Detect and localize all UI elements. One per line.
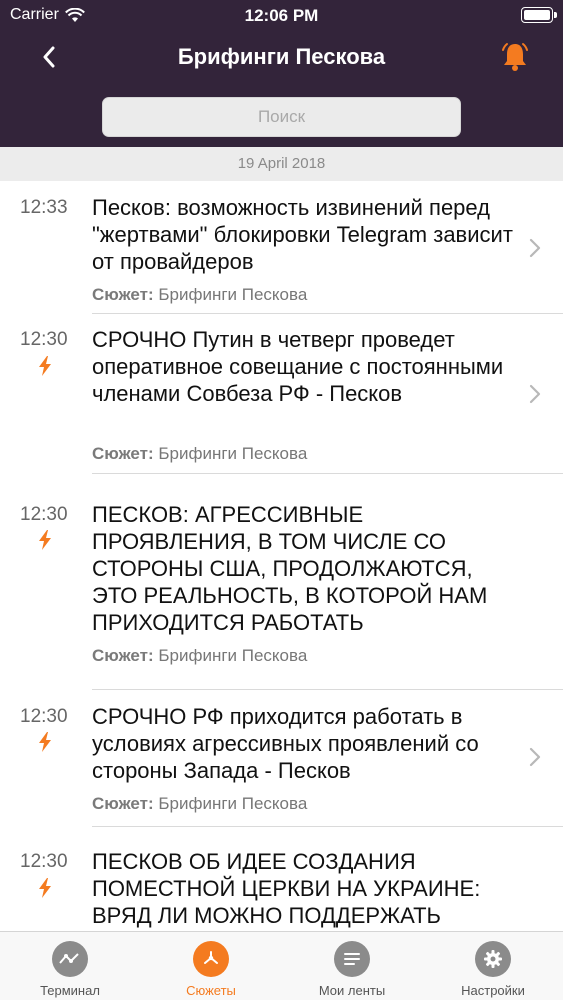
item-story-value: Брифинги Пескова — [158, 285, 308, 304]
tab-settings[interactable]: Настройки — [423, 932, 563, 1000]
feeds-icon — [334, 941, 370, 977]
date-header: 19 April 2018 — [0, 147, 563, 181]
stories-icon — [193, 941, 229, 977]
tab-label: Настройки — [461, 983, 525, 998]
header: Carrier 12:06 PM Брифинги Пескова — [0, 0, 563, 147]
tab-terminal[interactable]: Терминал — [0, 932, 140, 1000]
lightning-icon — [39, 732, 51, 752]
news-item[interactable]: 12:30 ПЕСКОВ ОБ ИДЕЕ СОЗДАНИЯ ПОМЕСТНОЙ … — [0, 827, 563, 931]
item-time: 12:30 — [20, 851, 68, 872]
item-story: Сюжет: Брифинги Пескова — [92, 444, 307, 464]
battery-icon — [521, 7, 557, 23]
item-time: 12:33 — [20, 197, 68, 218]
item-story-value: Брифинги Пескова — [158, 444, 308, 463]
lightning-icon — [39, 356, 51, 376]
item-story: Сюжет: Брифинги Пескова — [92, 794, 307, 814]
news-item[interactable]: 12:30 СРОЧНО Путин в четверг проведет оп… — [0, 314, 563, 474]
item-story-label: Сюжет: — [92, 794, 154, 813]
status-bar: Carrier 12:06 PM — [0, 0, 563, 30]
lightning-icon — [39, 530, 51, 550]
item-story-label: Сюжет: — [92, 285, 154, 304]
tab-my-feeds[interactable]: Мои ленты — [282, 932, 422, 1000]
bell-icon[interactable] — [498, 40, 532, 74]
item-time: 12:30 — [20, 504, 68, 525]
item-time: 12:30 — [20, 706, 68, 727]
tab-label: Мои ленты — [318, 983, 386, 998]
item-title: СРОЧНО Путин в четверг проведет оператив… — [92, 327, 504, 406]
item-time: 12:30 — [20, 329, 68, 350]
chevron-right-icon — [529, 238, 541, 258]
item-story-label: Сюжет: — [92, 646, 154, 665]
tab-bar: Терминал Сюжеты Мои ленты Настройки — [0, 931, 563, 1000]
item-story-label: Сюжет: — [92, 444, 154, 463]
lightning-icon — [39, 878, 51, 898]
item-title: ПЕСКОВ: АГРЕССИВНЫЕ ПРОЯВЛЕНИЯ, В ТОМ ЧИ… — [92, 502, 488, 635]
page-title: Брифинги Пескова — [177, 44, 386, 69]
item-title: Песков: возможность извинений перед "жер… — [92, 195, 513, 274]
tab-label: Терминал — [40, 983, 100, 998]
gear-icon — [475, 941, 511, 977]
news-item[interactable]: 12:33 Песков: возможность извинений пере… — [0, 181, 563, 314]
terminal-icon — [52, 941, 88, 977]
item-story-value: Брифинги Пескова — [158, 646, 308, 665]
tab-stories[interactable]: Сюжеты — [141, 932, 281, 1000]
item-story-value: Брифинги Пескова — [158, 794, 308, 813]
news-item[interactable]: 12:30 СРОЧНО РФ приходится работать в ус… — [0, 690, 563, 827]
item-story: Сюжет: Брифинги Пескова — [92, 285, 307, 305]
item-story: Сюжет: Брифинги Пескова — [92, 646, 307, 666]
clock: 12:06 PM — [244, 6, 319, 25]
chevron-right-icon — [529, 747, 541, 767]
chevron-right-icon — [529, 384, 541, 404]
item-title: ПЕСКОВ ОБ ИДЕЕ СОЗДАНИЯ ПОМЕСТНОЙ ЦЕРКВИ… — [92, 849, 481, 928]
tab-label: Сюжеты — [186, 983, 236, 998]
search-input[interactable] — [103, 98, 460, 136]
item-title: СРОЧНО РФ приходится работать в условиях… — [92, 704, 479, 783]
news-item[interactable]: 12:30 ПЕСКОВ: АГРЕССИВНЫЕ ПРОЯВЛЕНИЯ, В … — [0, 474, 563, 690]
search-bar[interactable] — [102, 97, 461, 137]
